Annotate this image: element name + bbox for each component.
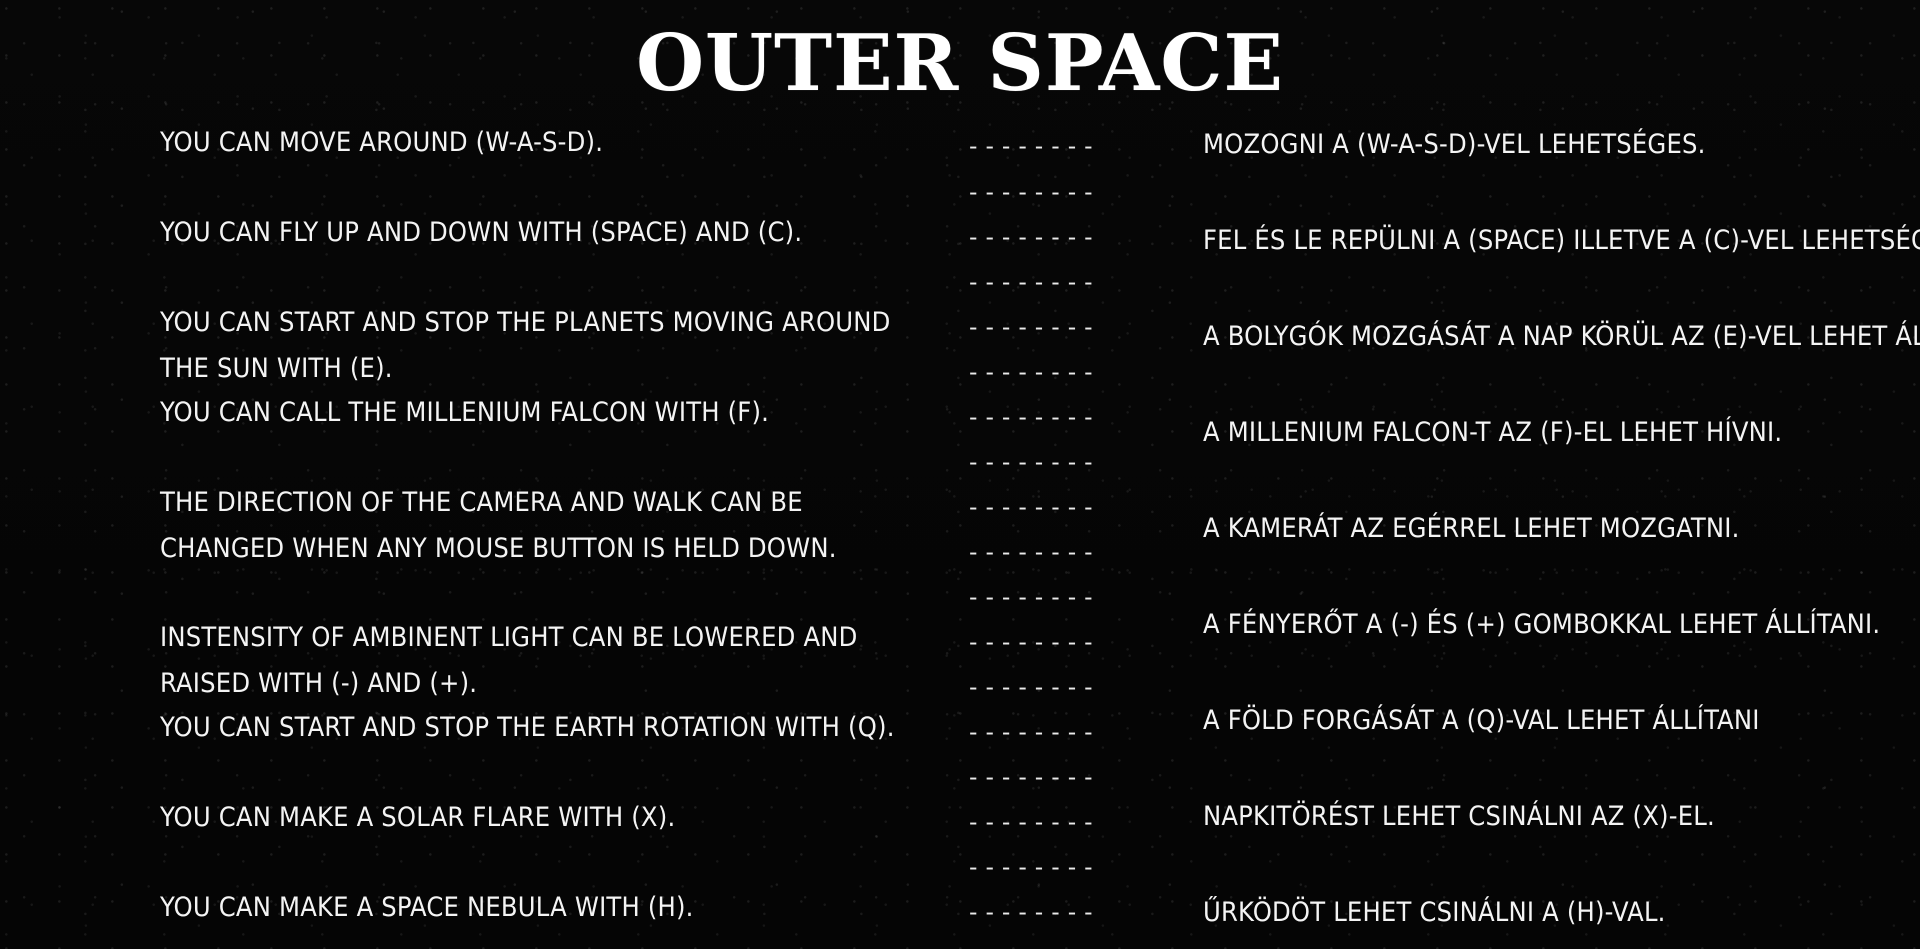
separator-line-11: -------- xyxy=(966,583,1098,611)
hungarian-instruction-7: A FÖLD FORGÁSÁT A (Q)-VAL LEHET ÁLLÍTANI xyxy=(1203,705,1760,736)
separator-line-18: -------- xyxy=(966,898,1098,926)
page-title: OUTER SPACE xyxy=(636,18,1284,109)
english-instruction-3: YOU CAN START AND STOP THE PLANETS MOVIN… xyxy=(160,307,891,384)
hungarian-instruction-2: FEL ÉS LE REPÜLNI A (SPACE) ILLETVE A (C… xyxy=(1203,225,1920,256)
separator-line-5: -------- xyxy=(966,313,1098,341)
separator-line-4: -------- xyxy=(966,268,1098,296)
english-instruction-7: YOU CAN START AND STOP THE EARTH ROTATIO… xyxy=(160,712,895,743)
hungarian-instruction-9: ŰRKÖDÖT LEHET CSINÁLNI A (H)-VAL. xyxy=(1203,897,1666,928)
hungarian-instruction-1: MOZOGNI A (W-A-S-D)-VEL LEHETSÉGES. xyxy=(1203,129,1706,160)
separator-line-16: -------- xyxy=(966,808,1098,836)
separator-line-10: -------- xyxy=(966,538,1098,566)
hungarian-instruction-8: NAPKITÖRÉST LEHET CSINÁLNI AZ (X)-EL. xyxy=(1203,801,1715,832)
separator-line-6: -------- xyxy=(966,358,1098,386)
english-instruction-9: YOU CAN MAKE A SPACE NEBULA WITH (H). xyxy=(160,892,694,923)
separator-line-17: -------- xyxy=(966,853,1098,881)
separator-line-1: -------- xyxy=(966,132,1098,160)
separator-line-8: -------- xyxy=(966,448,1098,476)
separator-line-15: -------- xyxy=(966,763,1098,791)
separator-line-12: -------- xyxy=(966,628,1098,656)
separator-line-7: -------- xyxy=(966,403,1098,431)
english-instruction-6: INSTENSITY OF AMBINENT LIGHT CAN BE LOWE… xyxy=(160,622,858,699)
english-instruction-1: YOU CAN MOVE AROUND (W-A-S-D). xyxy=(160,127,604,158)
hungarian-instruction-5: A KAMERÁT AZ EGÉRREL LEHET MOZGATNI. xyxy=(1203,513,1740,544)
separator-line-9: -------- xyxy=(966,493,1098,521)
hungarian-instruction-3: A BOLYGÓK MOZGÁSÁT A NAP KÖRÜL AZ (E)-VE… xyxy=(1203,321,1920,352)
separator-line-13: -------- xyxy=(966,673,1098,701)
english-instruction-5: THE DIRECTION OF THE CAMERA AND WALK CAN… xyxy=(160,487,837,564)
hungarian-instruction-4: A MILLENIUM FALCON-T AZ (F)-EL LEHET HÍV… xyxy=(1203,417,1783,448)
separator-line-2: -------- xyxy=(966,178,1098,206)
english-instruction-8: YOU CAN MAKE A SOLAR FLARE WITH (X). xyxy=(160,802,676,833)
separator-line-3: -------- xyxy=(966,223,1098,251)
separator-line-14: -------- xyxy=(966,718,1098,746)
english-instruction-2: YOU CAN FLY UP AND DOWN WITH (SPACE) AND… xyxy=(160,217,803,248)
hungarian-instruction-6: A FÉNYERŐT A (-) ÉS (+) GOMBOKKAL LEHET … xyxy=(1203,609,1881,640)
english-instruction-4: YOU CAN CALL THE MILLENIUM FALCON WITH (… xyxy=(160,397,770,428)
